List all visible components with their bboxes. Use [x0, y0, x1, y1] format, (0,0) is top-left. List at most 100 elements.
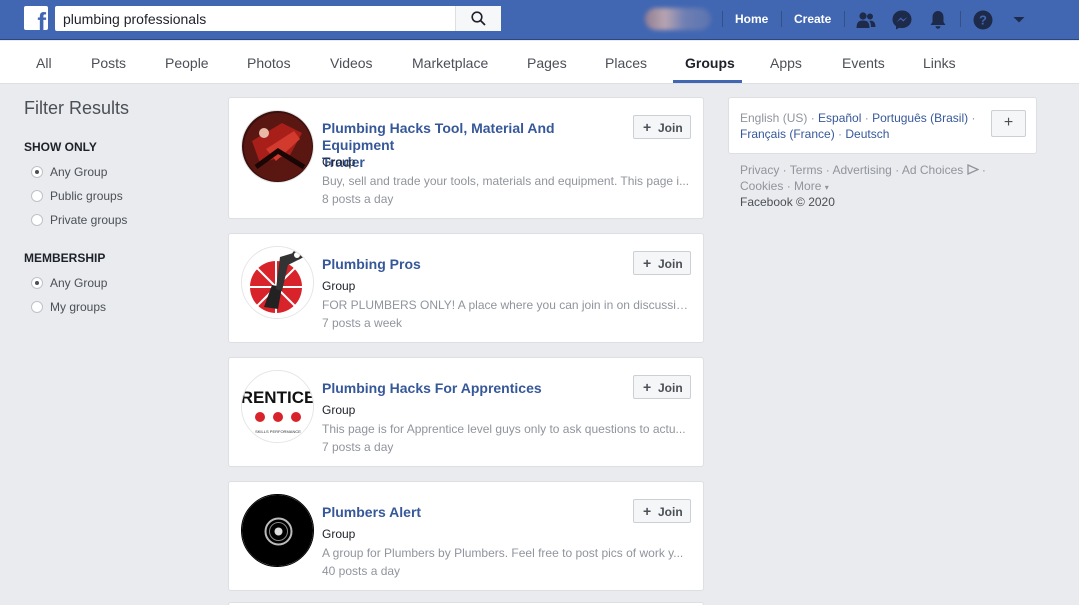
group-description: A group for Plumbers by Plumbers. Feel f…	[322, 546, 684, 560]
search-icon	[471, 11, 486, 26]
ad-choices-icon	[966, 163, 980, 176]
messenger-icon[interactable]	[891, 9, 913, 31]
radio-label: My groups	[50, 300, 107, 314]
footer-links: Cookies · More ▾	[740, 179, 829, 193]
footer-link-advertising[interactable]: Advertising	[832, 163, 891, 177]
tab-all[interactable]: All	[36, 55, 52, 71]
tab-links[interactable]: Links	[923, 55, 956, 71]
group-avatar[interactable]: RENTICE SKILLS PERFORMANCE	[241, 370, 314, 443]
group-type: Group	[322, 155, 356, 169]
group-result-card: RENTICE SKILLS PERFORMANCE Plumbing Hack…	[228, 357, 704, 467]
radio-button[interactable]	[31, 190, 43, 202]
group-activity: 7 posts a day	[322, 440, 394, 454]
group-title-link[interactable]: Plumbers Alert	[322, 504, 622, 521]
footer-link-more[interactable]: More	[794, 179, 821, 193]
group-title-link[interactable]: Plumbing Pros	[322, 256, 622, 273]
chevron-down-icon: ▾	[824, 183, 829, 192]
notifications-icon[interactable]	[927, 9, 949, 31]
group-title-link[interactable]: Plumbing Hacks Tool, Material And Equipm…	[322, 120, 622, 171]
group-description: This page is for Apprentice level guys o…	[322, 422, 686, 436]
current-language: English (US)	[740, 111, 808, 125]
group-result-card: Plumbing Hacks Tool, Material And Equipm…	[228, 97, 704, 219]
language-line: English (US) · Español · Português (Bras…	[740, 111, 976, 125]
search-input[interactable]	[55, 6, 455, 31]
group-activity: 8 posts a day	[322, 192, 394, 206]
add-language-button[interactable]: +	[991, 110, 1026, 137]
home-link[interactable]: Home	[735, 11, 768, 27]
group-activity: 7 posts a week	[322, 316, 403, 330]
footer-links: Privacy · Terms · Advertising · Ad Choic…	[740, 163, 986, 177]
group-title-link[interactable]: Plumbing Hacks For Apprentices	[322, 380, 622, 397]
copyright: Facebook © 2020	[740, 195, 835, 209]
group-avatar[interactable]	[241, 246, 314, 319]
radio-button[interactable]	[31, 277, 43, 289]
group-description: Buy, sell and trade your tools, material…	[322, 174, 690, 188]
avatar-text: RENTICE	[242, 388, 314, 407]
language-link-pt[interactable]: Português (Brasil)	[872, 111, 968, 125]
account-menu-icon[interactable]	[1008, 9, 1030, 31]
group-type: Group	[322, 279, 356, 293]
tab-pages[interactable]: Pages	[527, 55, 567, 71]
tab-events[interactable]: Events	[842, 55, 885, 71]
join-label: Join	[658, 381, 683, 395]
join-label: Join	[658, 505, 683, 519]
join-group-button[interactable]: + Join	[633, 375, 691, 399]
tab-videos[interactable]: Videos	[330, 55, 373, 71]
language-line: Français (France) · Deutsch	[740, 127, 890, 141]
tab-marketplace[interactable]: Marketplace	[412, 55, 488, 71]
nav-divider	[781, 11, 782, 27]
join-group-button[interactable]: + Join	[633, 115, 691, 139]
join-label: Join	[658, 257, 683, 271]
group-result-card: Plumbing Pros Group FOR PLUMBERS ONLY! A…	[228, 233, 704, 343]
nav-divider	[960, 11, 961, 27]
plus-icon: +	[643, 255, 652, 271]
footer-link-ad-choices[interactable]: Ad Choices	[902, 163, 963, 177]
language-link-de[interactable]: Deutsch	[845, 127, 889, 141]
radio-button[interactable]	[31, 214, 43, 226]
tab-photos[interactable]: Photos	[247, 55, 291, 71]
radio-label: Any Group	[50, 165, 108, 179]
tab-posts[interactable]: Posts	[91, 55, 126, 71]
radio-button[interactable]	[31, 166, 43, 178]
facebook-logo-icon[interactable]: f	[24, 6, 48, 30]
group-result-card: Plumbers Alert Group A group for Plumber…	[228, 481, 704, 591]
join-group-button[interactable]: + Join	[633, 251, 691, 275]
top-navigation-bar: f Home Create ?	[0, 0, 1079, 40]
group-avatar[interactable]	[241, 110, 314, 183]
nav-divider	[844, 11, 845, 27]
friends-icon[interactable]	[855, 9, 877, 31]
tab-groups[interactable]: Groups	[685, 55, 735, 71]
footer-link-cookies[interactable]: Cookies	[740, 179, 783, 193]
search-tabs: All Posts People Photos Videos Marketpla…	[0, 41, 1079, 84]
group-photo-image	[242, 111, 313, 182]
group-type: Group	[322, 403, 356, 417]
search-button[interactable]	[455, 6, 501, 31]
language-link-fr[interactable]: Français (France)	[740, 127, 835, 141]
tab-places[interactable]: Places	[605, 55, 647, 71]
nav-divider	[722, 11, 723, 27]
create-link[interactable]: Create	[794, 11, 831, 27]
profile-avatar[interactable]	[645, 8, 711, 30]
tab-apps[interactable]: Apps	[770, 55, 802, 71]
join-group-button[interactable]: + Join	[633, 499, 691, 523]
language-link-es[interactable]: Español	[818, 111, 861, 125]
group-photo-image	[242, 247, 313, 318]
group-avatar[interactable]	[241, 494, 314, 567]
group-photo-image	[242, 495, 313, 566]
group-description: FOR PLUMBERS ONLY! A place where you can…	[322, 298, 692, 312]
active-tab-indicator	[673, 80, 742, 83]
plus-icon: +	[643, 119, 652, 135]
svg-text:?: ?	[979, 13, 987, 28]
language-selector: English (US) · Español · Português (Bras…	[728, 97, 1037, 154]
show-only-heading: SHOW ONLY	[24, 140, 97, 154]
tab-people[interactable]: People	[165, 55, 209, 71]
radio-label: Any Group	[50, 276, 108, 290]
group-activity: 40 posts a day	[322, 564, 401, 578]
help-icon[interactable]: ?	[972, 9, 994, 31]
footer-link-privacy[interactable]: Privacy	[740, 163, 779, 177]
radio-button[interactable]	[31, 301, 43, 313]
group-title-line: Plumbing Hacks Tool, Material And Equipm…	[322, 120, 555, 153]
avatar-subtext: SKILLS PERFORMANCE	[255, 429, 301, 434]
plus-icon: +	[643, 379, 652, 395]
footer-link-terms[interactable]: Terms	[790, 163, 823, 177]
